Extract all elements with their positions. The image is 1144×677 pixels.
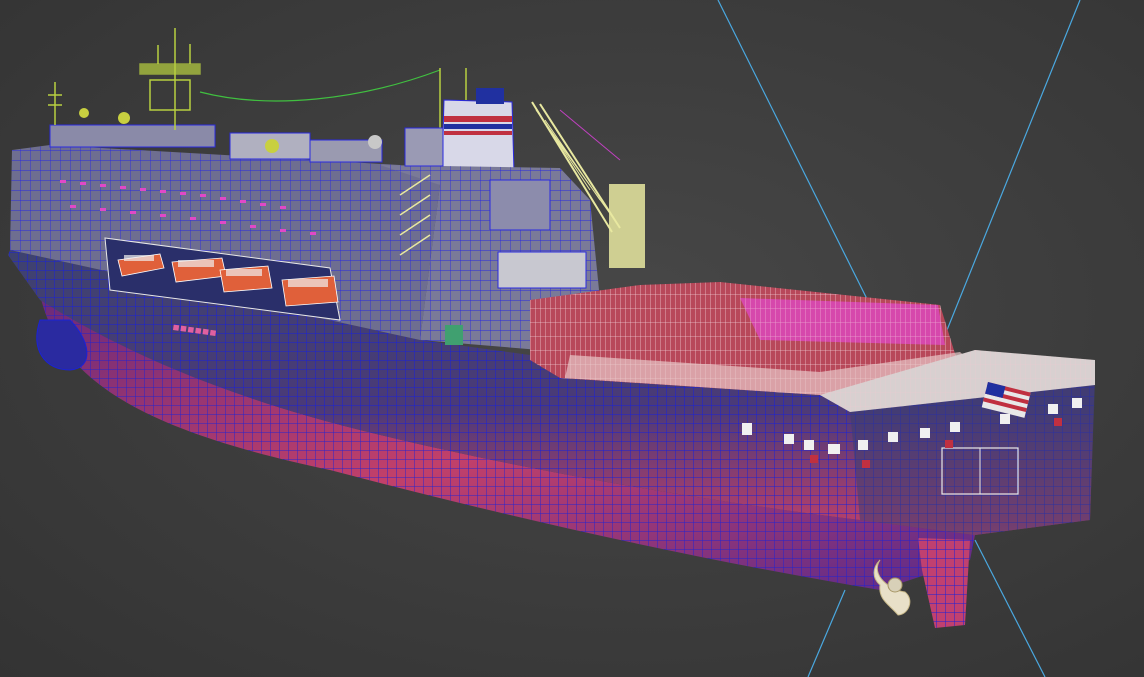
radar-mast [48, 28, 467, 130]
rudder [918, 538, 970, 628]
lifeboat [219, 265, 273, 293]
ship-wireframe-render: ▪▪▪▪▪▪ [8, 0, 1095, 677]
funnel [441, 88, 515, 173]
lifeboat [281, 275, 339, 307]
3d-viewport[interactable]: ▪▪▪▪▪▪ [0, 0, 1144, 677]
